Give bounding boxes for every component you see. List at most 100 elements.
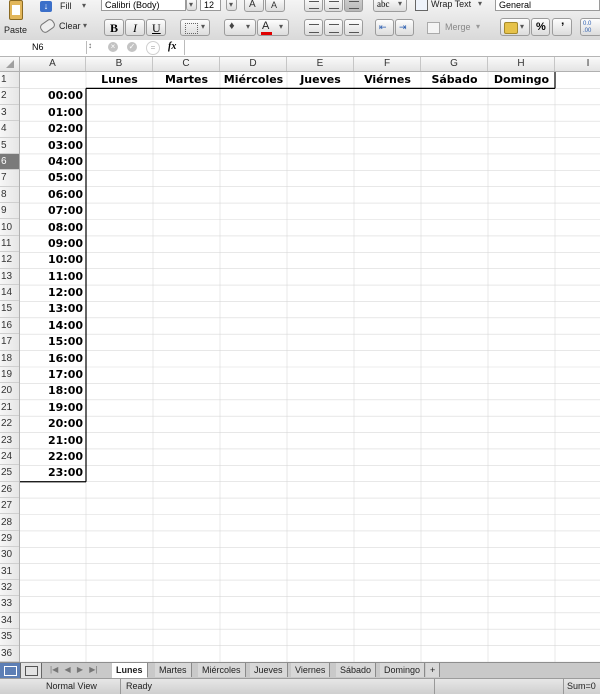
row-header-29[interactable]: 29 bbox=[0, 531, 19, 548]
align-top-button[interactable] bbox=[304, 0, 323, 12]
font-name-dropdown[interactable]: ▾ bbox=[186, 0, 197, 11]
row-header-9[interactable]: 9 bbox=[0, 203, 19, 220]
row-header-4[interactable]: 4 bbox=[0, 121, 19, 138]
clear-button[interactable]: Clear ▾ bbox=[38, 17, 95, 35]
hour-cell[interactable]: 07:00 bbox=[48, 204, 83, 217]
sheet-tab[interactable]: Sábado bbox=[336, 663, 377, 677]
hour-cell[interactable]: 14:00 bbox=[48, 319, 83, 332]
row-header-14[interactable]: 14 bbox=[0, 285, 19, 302]
column-header-i[interactable]: I bbox=[555, 57, 600, 71]
comma-style-button[interactable]: ’ bbox=[552, 18, 572, 36]
row-header-15[interactable]: 15 bbox=[0, 301, 19, 318]
increase-indent-button[interactable]: ⇥ bbox=[395, 19, 414, 36]
row-header-11[interactable]: 11 bbox=[0, 236, 19, 253]
row-header-2[interactable]: 2 bbox=[0, 88, 19, 105]
day-header-cell[interactable]: Jueves bbox=[300, 73, 341, 86]
shrink-font-button[interactable]: A bbox=[265, 0, 285, 12]
bold-button[interactable]: B bbox=[104, 19, 124, 36]
sheet-tab[interactable]: Martes bbox=[155, 663, 192, 677]
align-middle-button[interactable] bbox=[324, 0, 343, 12]
row-header-28[interactable]: 28 bbox=[0, 515, 19, 531]
hour-cell[interactable]: 10:00 bbox=[48, 253, 83, 266]
row-header-26[interactable]: 26 bbox=[0, 482, 19, 499]
merge-button[interactable]: Merge ▾ bbox=[425, 19, 485, 36]
align-left-button[interactable] bbox=[304, 19, 323, 36]
row-header-17[interactable]: 17 bbox=[0, 334, 19, 351]
sheet-tab[interactable]: Viernes bbox=[291, 663, 331, 677]
hour-cell[interactable]: 18:00 bbox=[48, 384, 83, 397]
row-header-24[interactable]: 24 bbox=[0, 449, 19, 466]
underline-button[interactable]: U bbox=[146, 19, 166, 36]
paste-button[interactable]: Paste bbox=[2, 0, 28, 38]
font-size-select[interactable]: 12 bbox=[200, 0, 221, 11]
first-sheet-icon[interactable]: |◀ bbox=[50, 665, 58, 674]
hour-cell[interactable]: 20:00 bbox=[48, 417, 83, 430]
row-header-18[interactable]: 18 bbox=[0, 351, 19, 367]
cancel-icon[interactable]: × bbox=[108, 42, 118, 52]
prev-sheet-icon[interactable]: ◀ bbox=[64, 665, 70, 674]
currency-format-button[interactable]: ▾ bbox=[500, 18, 530, 36]
hour-cell[interactable]: 21:00 bbox=[48, 434, 83, 447]
grow-font-button[interactable]: A bbox=[244, 0, 264, 12]
column-header-c[interactable]: C bbox=[153, 57, 220, 71]
text-orientation-button[interactable]: abc ▾ bbox=[373, 0, 407, 12]
formula-input[interactable] bbox=[184, 40, 600, 55]
row-header-10[interactable]: 10 bbox=[0, 220, 19, 236]
fill-button[interactable]: ↓ Fill ▾ bbox=[40, 0, 95, 14]
hour-cell[interactable]: 12:00 bbox=[48, 286, 83, 299]
sheet-tab[interactable]: Lunes bbox=[112, 663, 148, 678]
day-header-cell[interactable]: Martes bbox=[165, 73, 208, 86]
align-bottom-button[interactable] bbox=[344, 0, 363, 12]
wrap-text-button[interactable]: Wrap Text ▾ bbox=[413, 0, 488, 12]
sheet-nav[interactable]: |◀ ◀ ▶ ▶| bbox=[46, 663, 106, 678]
sheet-tab[interactable]: Domingo bbox=[380, 663, 426, 677]
row-header-21[interactable]: 21 bbox=[0, 400, 19, 417]
row-header-16[interactable]: 16 bbox=[0, 318, 19, 335]
select-all-corner[interactable] bbox=[0, 57, 20, 71]
font-color-button[interactable]: A ▾ bbox=[257, 19, 289, 36]
row-header-7[interactable]: 7 bbox=[0, 170, 19, 187]
hour-cell[interactable]: 15:00 bbox=[48, 335, 83, 348]
column-header-b[interactable]: B bbox=[86, 57, 153, 71]
hour-cell[interactable]: 08:00 bbox=[48, 221, 83, 234]
row-header-5[interactable]: 5 bbox=[0, 138, 19, 154]
sheet-tab[interactable]: Miércoles bbox=[198, 663, 246, 677]
column-header-h[interactable]: H bbox=[488, 57, 555, 71]
hour-cell[interactable]: 02:00 bbox=[48, 122, 83, 135]
day-header-cell[interactable]: Sábado bbox=[431, 73, 477, 86]
add-sheet-button[interactable]: + bbox=[426, 663, 441, 677]
row-header-30[interactable]: 30 bbox=[0, 547, 19, 564]
hour-cell[interactable]: 04:00 bbox=[48, 155, 83, 168]
function-icon[interactable]: fx bbox=[168, 41, 176, 52]
hour-cell[interactable]: 23:00 bbox=[48, 466, 83, 479]
number-format-select[interactable]: General bbox=[495, 0, 600, 11]
day-header-cell[interactable]: Viérnes bbox=[364, 73, 411, 86]
row-header-23[interactable]: 23 bbox=[0, 433, 19, 449]
last-sheet-icon[interactable]: ▶| bbox=[89, 665, 97, 674]
font-size-dropdown[interactable]: ▾ bbox=[226, 0, 237, 11]
row-header-12[interactable]: 12 bbox=[0, 252, 19, 269]
column-header-e[interactable]: E bbox=[287, 57, 354, 71]
column-header-d[interactable]: D bbox=[220, 57, 287, 71]
row-header-33[interactable]: 33 bbox=[0, 596, 19, 613]
day-header-cell[interactable]: Lunes bbox=[101, 73, 138, 86]
hour-cell[interactable]: 03:00 bbox=[48, 139, 83, 152]
row-header-13[interactable]: 13 bbox=[0, 269, 19, 286]
row-header-31[interactable]: 31 bbox=[0, 564, 19, 581]
hour-cell[interactable]: 16:00 bbox=[48, 352, 83, 365]
sheet-tab[interactable]: Jueves bbox=[250, 663, 288, 677]
column-header-g[interactable]: G bbox=[421, 57, 488, 71]
row-header-36[interactable]: 36 bbox=[0, 646, 19, 662]
row-header-22[interactable]: 22 bbox=[0, 416, 19, 433]
italic-button[interactable]: I bbox=[125, 19, 145, 36]
column-header-a[interactable]: A bbox=[20, 57, 86, 71]
row-header-3[interactable]: 3 bbox=[0, 105, 19, 122]
hour-cell[interactable]: 22:00 bbox=[48, 450, 83, 463]
day-header-cell[interactable]: Domingo bbox=[494, 73, 549, 86]
day-header-cell[interactable]: Miércoles bbox=[224, 73, 283, 86]
row-header-32[interactable]: 32 bbox=[0, 580, 19, 597]
row-header-20[interactable]: 20 bbox=[0, 383, 19, 400]
row-header-19[interactable]: 19 bbox=[0, 367, 19, 384]
row-header-8[interactable]: 8 bbox=[0, 187, 19, 204]
next-sheet-icon[interactable]: ▶ bbox=[77, 665, 83, 674]
